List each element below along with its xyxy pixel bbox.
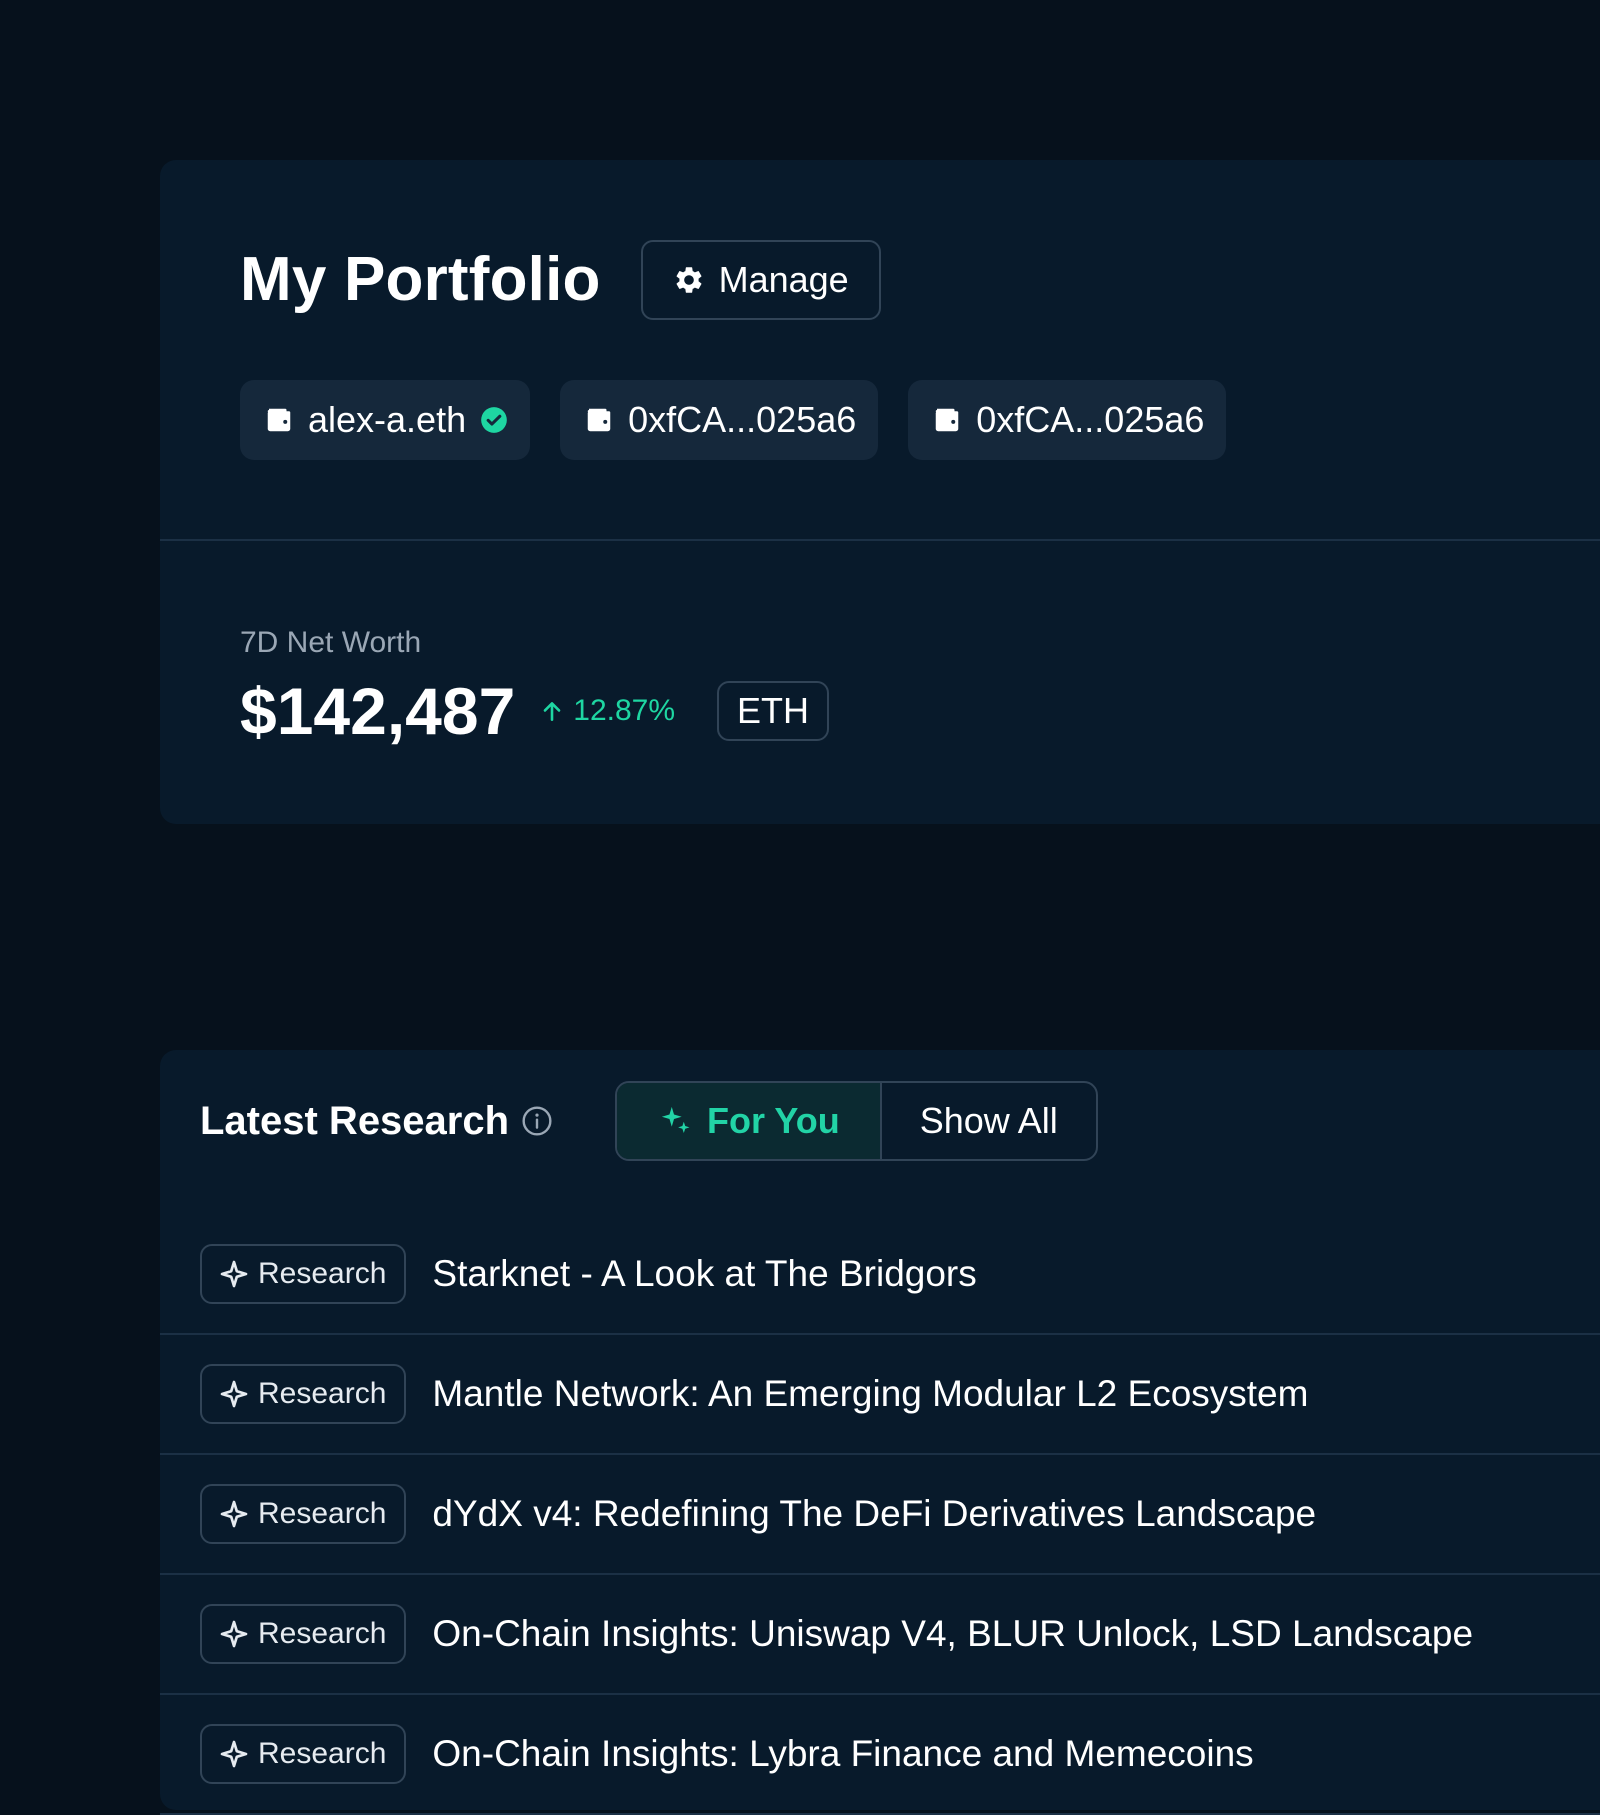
- wallet-chip[interactable]: 0xfCA...025a6: [908, 380, 1227, 460]
- net-worth-change: 12.87%: [539, 694, 675, 728]
- research-title[interactable]: On-Chain Insights: Lybra Finance and Mem…: [432, 1733, 1253, 1775]
- portfolio-header: My Portfolio Manage: [240, 240, 881, 320]
- tag-label: Research: [258, 1617, 387, 1650]
- research-title[interactable]: dYdX v4: Redefining The DeFi Derivatives…: [432, 1493, 1316, 1535]
- sparkle-icon: [220, 1620, 248, 1648]
- sparkles-icon: [661, 1106, 690, 1134]
- list-item[interactable]: Research Mantle Network: An Emerging Mod…: [160, 1335, 1600, 1455]
- research-title[interactable]: Starknet - A Look at The Bridgors: [432, 1253, 976, 1295]
- check-circle-icon: [481, 407, 507, 433]
- research-tag: Research: [200, 1604, 407, 1664]
- wallet-icon: [936, 408, 959, 432]
- research-header: Latest Research For You Show All: [200, 1081, 1098, 1161]
- list-item[interactable]: Research dYdX v4: Redefining The DeFi De…: [160, 1455, 1600, 1575]
- list-item[interactable]: Research On-Chain Insights: Uniswap V4, …: [160, 1575, 1600, 1695]
- page-title: My Portfolio: [240, 245, 601, 314]
- divider: [160, 539, 1600, 541]
- wallet-label: alex-a.eth: [308, 399, 467, 440]
- tab-label: For You: [707, 1100, 840, 1141]
- manage-button[interactable]: Manage: [640, 240, 881, 320]
- tab-label: Show All: [919, 1100, 1058, 1141]
- sparkle-icon: [220, 1740, 248, 1768]
- manage-label: Manage: [718, 259, 849, 300]
- portfolio-panel: My Portfolio Manage alex-a.eth 0xfCA...0…: [160, 160, 1600, 824]
- tab-show-all[interactable]: Show All: [882, 1083, 1096, 1159]
- gear-icon: [676, 267, 702, 293]
- research-panel: Latest Research For You Show All Researc…: [160, 1050, 1600, 1815]
- tag-label: Research: [258, 1377, 387, 1410]
- info-icon[interactable]: [521, 1105, 553, 1137]
- research-title[interactable]: Mantle Network: An Emerging Modular L2 E…: [432, 1373, 1308, 1415]
- wallet-list: alex-a.eth 0xfCA...025a6 0xfCA...025a6: [240, 380, 1227, 460]
- wallet-icon: [587, 408, 611, 432]
- research-tag: Research: [200, 1244, 407, 1304]
- tab-for-you[interactable]: For You: [617, 1083, 882, 1159]
- tag-label: Research: [258, 1737, 387, 1770]
- research-tag: Research: [200, 1364, 407, 1424]
- wallet-label: 0xfCA...025a6: [976, 399, 1205, 440]
- net-worth-value: $142,487: [240, 674, 516, 748]
- list-item[interactable]: Research On-Chain Insights: Lybra Financ…: [160, 1695, 1600, 1815]
- research-tag: Research: [200, 1484, 407, 1544]
- net-worth-row: $142,487 12.87% ETH: [240, 674, 830, 748]
- wallet-icon: [267, 408, 291, 432]
- wallet-label: 0xfCA...025a6: [628, 399, 857, 440]
- currency-selector[interactable]: ETH: [717, 681, 830, 741]
- sparkle-icon: [220, 1500, 248, 1528]
- sparkle-icon: [220, 1260, 248, 1288]
- tag-label: Research: [258, 1497, 387, 1530]
- wallet-chip[interactable]: 0xfCA...025a6: [560, 380, 879, 460]
- change-percent: 12.87%: [573, 694, 676, 727]
- arrow-up-icon: [543, 702, 561, 721]
- research-title[interactable]: On-Chain Insights: Uniswap V4, BLUR Unlo…: [432, 1613, 1473, 1655]
- tag-label: Research: [258, 1257, 387, 1290]
- research-list: Research Starknet - A Look at The Bridgo…: [160, 1215, 1600, 1815]
- section-title: Latest Research: [200, 1098, 510, 1143]
- net-worth-label: 7D Net Worth: [240, 626, 422, 659]
- list-item[interactable]: Research Starknet - A Look at The Bridgo…: [160, 1215, 1600, 1335]
- sparkle-icon: [220, 1380, 248, 1408]
- wallet-chip[interactable]: alex-a.eth: [240, 380, 531, 460]
- research-filter-toggle: For You Show All: [615, 1081, 1098, 1161]
- research-tag: Research: [200, 1724, 407, 1784]
